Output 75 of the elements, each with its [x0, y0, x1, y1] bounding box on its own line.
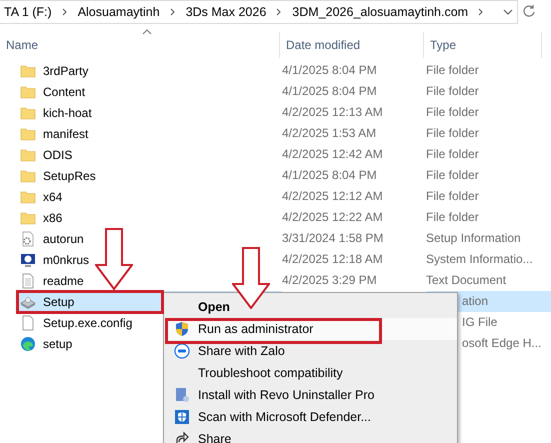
type-cell-text: File folder — [426, 209, 480, 226]
type-cell-text: File folder — [426, 83, 480, 100]
file-name[interactable]: kich-hoat — [16, 102, 156, 123]
shield-icon — [174, 321, 190, 337]
type-cell-text: IG File — [461, 314, 498, 331]
type-cell-text: Text Document — [426, 272, 508, 289]
file-icon — [20, 314, 36, 330]
file-name[interactable]: x86 — [16, 207, 156, 228]
file-name[interactable]: readme — [16, 270, 156, 291]
down-arrow — [95, 228, 133, 290]
breadcrumb[interactable]: TA 1 (F:) — [0, 5, 56, 19]
folder-icon — [20, 104, 36, 120]
chevron-icon — [477, 8, 486, 16]
breadcrumb[interactable]: 3Ds Max 2026 — [182, 5, 270, 19]
date-cell-text: 4/2/2025 12:12 AM — [282, 188, 384, 205]
file-name[interactable]: m0nkrus — [16, 249, 156, 270]
file-name[interactable]: Content — [16, 81, 156, 102]
chevron-icon — [275, 8, 284, 16]
breadcrumb[interactable]: Alosuamaytinh — [74, 5, 164, 19]
date-cell-text: 4/2/2025 12:22 AM — [282, 209, 384, 226]
type-cell-text: System Informatio... — [426, 251, 534, 268]
address-bar[interactable]: TA 1 (F:) Alosuamaytinh 3Ds Max 2026 3DM_2026_alosuamaytinh.com — [0, 0, 518, 24]
type-cell-text: File folder — [426, 104, 480, 121]
date-cell-text: 3/31/2024 1:58 PM — [282, 230, 384, 247]
down-arrow — [232, 247, 270, 309]
monitor-icon — [20, 252, 36, 268]
date-cell-text: 4/1/2025 8:04 PM — [282, 62, 378, 79]
file-name[interactable]: SetupRes — [16, 165, 156, 186]
type-cell-text: File folder — [426, 125, 480, 142]
menu-item[interactable]: Install with Revo Uninstaller Pro — [164, 384, 457, 406]
refresh-icon[interactable] — [522, 4, 536, 18]
menu-item[interactable]: Share with Zalo — [164, 340, 457, 362]
type-cell-text: osoft Edge H... — [461, 335, 542, 352]
type-cell-text: Setup Information — [426, 230, 522, 247]
text-file-icon — [20, 272, 36, 288]
file-name[interactable]: ODIS — [16, 144, 156, 165]
menu-item[interactable]: Troubleshoot compatibility — [164, 362, 457, 384]
chevron-icon — [168, 8, 177, 16]
date-cell-text: 4/1/2025 8:04 PM — [282, 167, 378, 184]
file-name[interactable]: autorun — [16, 228, 156, 249]
file-name[interactable]: manifest — [16, 123, 156, 144]
browser-icon — [20, 336, 36, 352]
date-cell-text: 4/2/2025 12:18 AM — [282, 251, 384, 268]
type-cell-text: File folder — [426, 167, 480, 184]
type-cell-text: File folder — [426, 146, 480, 163]
file-name[interactable]: x64 — [16, 186, 156, 207]
date-cell-text: 4/2/2025 12:13 AM — [282, 104, 384, 121]
date-cell-text: 4/2/2025 3:29 PM — [282, 272, 378, 289]
folder-icon — [20, 62, 36, 78]
type-cell-text: File folder — [426, 62, 480, 79]
column-header[interactable]: Date modified — [280, 32, 424, 58]
menu-item[interactable]: Scan with Microsoft Defender... — [164, 406, 457, 428]
dropdown-icon[interactable] — [503, 8, 513, 16]
share-icon — [174, 431, 190, 443]
file-name[interactable]: 3rdParty — [16, 60, 156, 81]
menu-item[interactable]: Share — [164, 428, 457, 443]
type-cell-text: File folder — [426, 188, 480, 205]
folder-icon — [20, 84, 36, 100]
breadcrumb[interactable]: 3DM_2026_alosuamaytinh.com — [288, 5, 472, 19]
settings-file-icon — [20, 230, 36, 246]
date-cell-text: 4/2/2025 1:53 AM — [282, 125, 378, 142]
folder-icon — [20, 210, 36, 226]
chevron-icon — [60, 8, 69, 16]
chat-icon — [174, 343, 190, 359]
folder-icon — [20, 126, 36, 142]
date-cell-text: 4/1/2025 8:04 PM — [282, 83, 378, 100]
sort-caret-icon — [142, 29, 152, 35]
folder-icon — [20, 168, 36, 184]
folder-icon — [20, 188, 36, 204]
date-cell-text: 4/2/2025 12:42 AM — [282, 146, 384, 163]
folder-icon — [20, 146, 36, 162]
column-header[interactable]: Type — [424, 32, 542, 58]
shield-icon — [174, 409, 190, 425]
column-header[interactable]: Name — [0, 32, 280, 58]
installer-icon — [174, 387, 190, 403]
